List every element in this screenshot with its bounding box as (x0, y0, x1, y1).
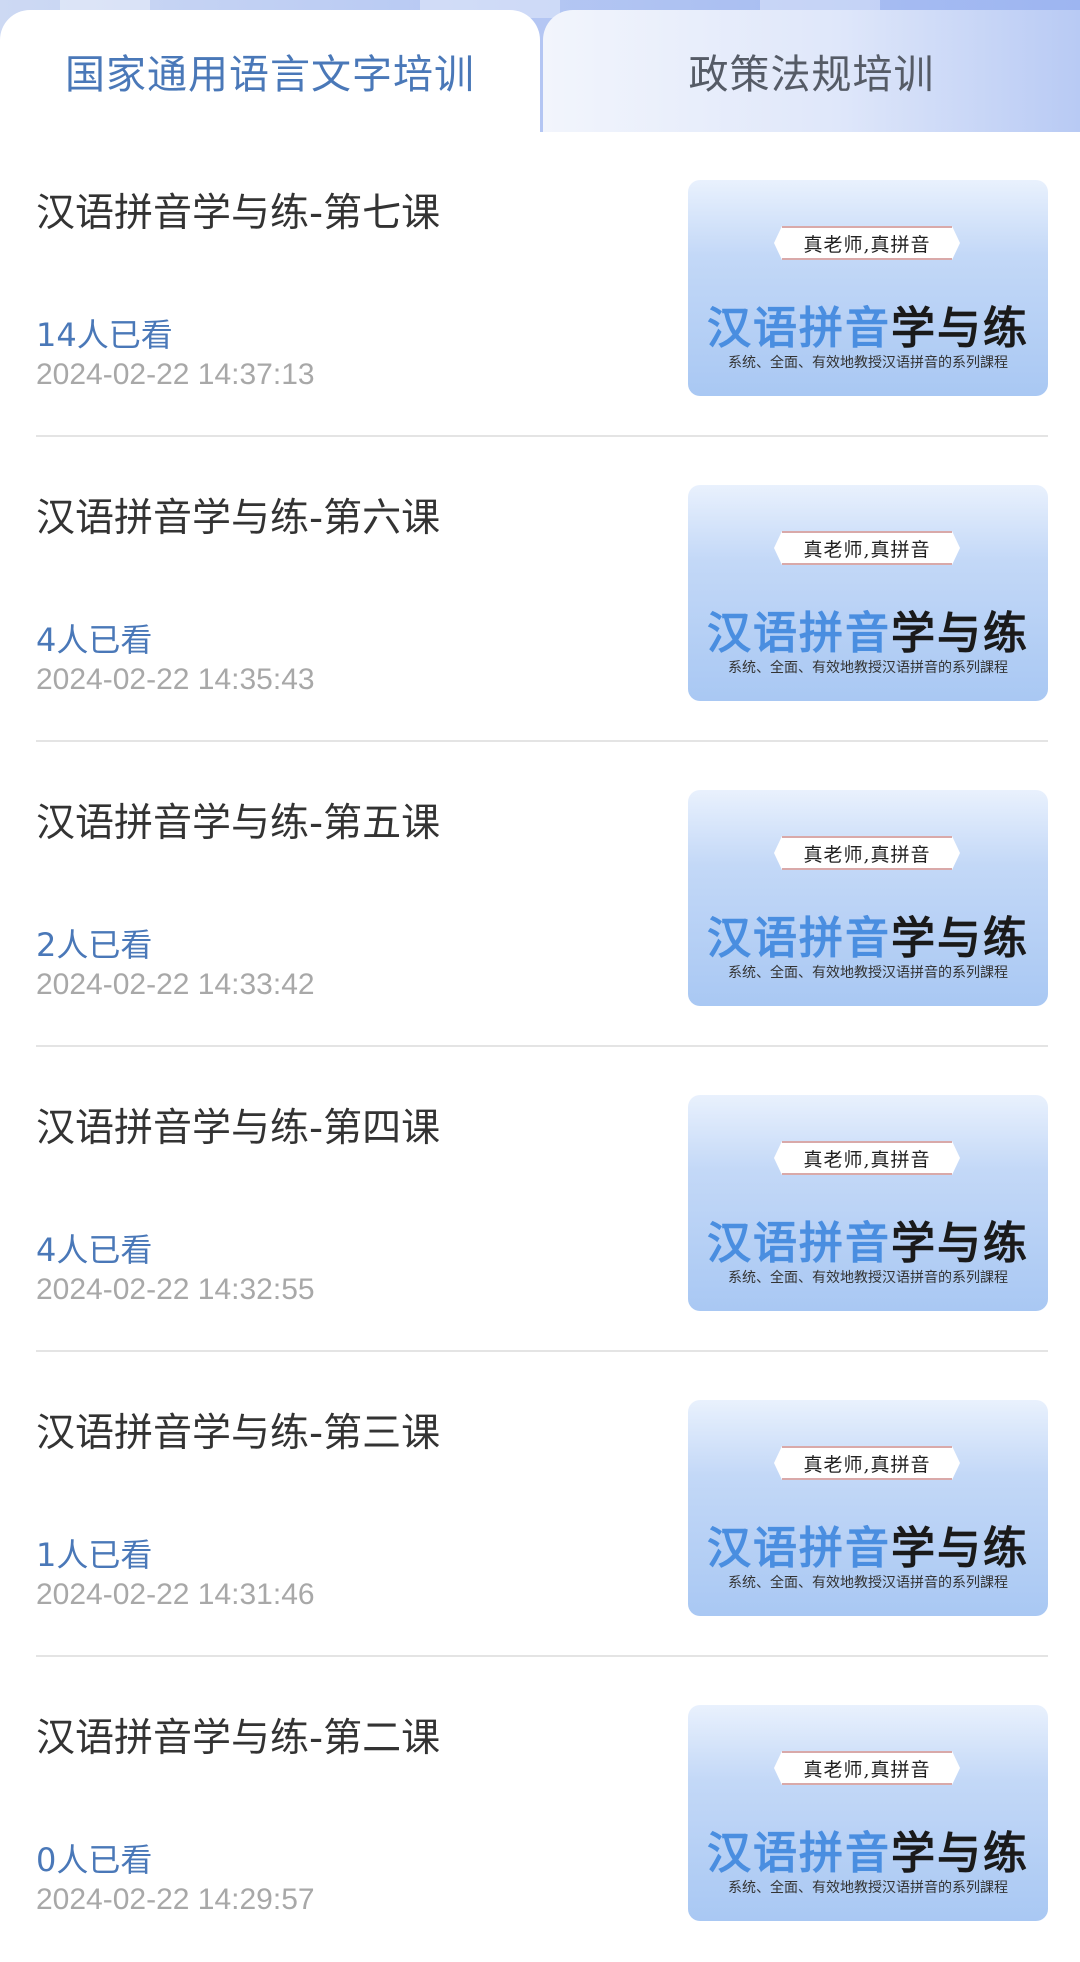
publish-date: 2024-02-22 14:31:46 (36, 1578, 315, 1611)
course-item[interactable]: 汉语拼音学与练-第七课 14人已看 2024-02-22 14:37:13 真老… (36, 132, 1048, 437)
thumbnail-ribbon: 真老师,真拼音 (774, 1751, 960, 1785)
course-thumbnail[interactable]: 真老师,真拼音 汉语拼音学与练 系统、全面、有效地教授汉语拼音的系列課程 (688, 1400, 1048, 1616)
thumbnail-subtitle: 系统、全面、有效地教授汉语拼音的系列課程 (728, 660, 1008, 676)
thumbnail-ribbon: 真老师,真拼音 (774, 531, 960, 565)
thumbnail-headline-dark: 学与练 (891, 1828, 1029, 1879)
thumbnail-ribbon: 真老师,真拼音 (774, 226, 960, 260)
thumbnail-headline: 汉语拼音学与练 (702, 1817, 1034, 1881)
thumbnail-ribbon: 真老师,真拼音 (774, 1141, 960, 1175)
course-thumbnail[interactable]: 真老师,真拼音 汉语拼音学与练 系统、全面、有效地教授汉语拼音的系列課程 (688, 180, 1048, 396)
view-count: 0人已看 (36, 1841, 153, 1879)
thumbnail-headline: 汉语拼音学与练 (702, 1512, 1034, 1576)
thumbnail-headline-blue: 汉语拼音 (707, 1523, 891, 1574)
thumbnail-headline-dark: 学与练 (891, 1218, 1029, 1269)
course-title: 汉语拼音学与练-第五课 (36, 801, 441, 846)
thumbnail-subtitle: 系统、全面、有效地教授汉语拼音的系列課程 (728, 355, 1008, 371)
course-thumbnail[interactable]: 真老师,真拼音 汉语拼音学与练 系统、全面、有效地教授汉语拼音的系列課程 (688, 1095, 1048, 1311)
course-item[interactable]: 汉语拼音学与练-第四课 4人已看 2024-02-22 14:32:55 真老师… (36, 1047, 1048, 1352)
thumbnail-headline-blue: 汉语拼音 (707, 1828, 891, 1879)
course-title: 汉语拼音学与练-第七课 (36, 191, 441, 236)
course-list: 汉语拼音学与练-第七课 14人已看 2024-02-22 14:37:13 真老… (0, 132, 1080, 1962)
thumbnail-headline: 汉语拼音学与练 (702, 902, 1034, 966)
thumbnail-ribbon: 真老师,真拼音 (774, 836, 960, 870)
view-count: 4人已看 (36, 1231, 153, 1269)
thumbnail-headline-blue: 汉语拼音 (707, 913, 891, 964)
thumbnail-headline-dark: 学与练 (891, 913, 1029, 964)
thumbnail-headline-blue: 汉语拼音 (707, 608, 891, 659)
course-title: 汉语拼音学与练-第三课 (36, 1411, 441, 1456)
publish-date: 2024-02-22 14:37:13 (36, 358, 315, 391)
publish-date: 2024-02-22 14:32:55 (36, 1273, 315, 1306)
tab-policy-training[interactable]: 政策法规培训 (543, 10, 1080, 132)
thumbnail-subtitle: 系统、全面、有效地教授汉语拼音的系列課程 (728, 1270, 1008, 1286)
publish-date: 2024-02-22 14:33:42 (36, 968, 315, 1001)
course-title: 汉语拼音学与练-第六课 (36, 496, 441, 541)
thumbnail-subtitle: 系统、全面、有效地教授汉语拼音的系列課程 (728, 1575, 1008, 1591)
thumbnail-ribbon: 真老师,真拼音 (774, 1446, 960, 1480)
course-item[interactable]: 汉语拼音学与练-第五课 2人已看 2024-02-22 14:33:42 真老师… (36, 742, 1048, 1047)
course-thumbnail[interactable]: 真老师,真拼音 汉语拼音学与练 系统、全面、有效地教授汉语拼音的系列課程 (688, 485, 1048, 701)
publish-date: 2024-02-22 14:29:57 (36, 1883, 315, 1916)
view-count: 4人已看 (36, 621, 153, 659)
tab-language-training[interactable]: 国家通用语言文字培训 (0, 10, 540, 132)
thumbnail-headline: 汉语拼音学与练 (702, 292, 1034, 356)
thumbnail-headline-dark: 学与练 (891, 1523, 1029, 1574)
course-thumbnail[interactable]: 真老师,真拼音 汉语拼音学与练 系统、全面、有效地教授汉语拼音的系列課程 (688, 1705, 1048, 1921)
thumbnail-headline-blue: 汉语拼音 (707, 1218, 891, 1269)
publish-date: 2024-02-22 14:35:43 (36, 663, 315, 696)
thumbnail-headline: 汉语拼音学与练 (702, 597, 1034, 661)
tab-bar: 国家通用语言文字培训 政策法规培训 (0, 0, 1080, 132)
thumbnail-subtitle: 系统、全面、有效地教授汉语拼音的系列課程 (728, 1880, 1008, 1896)
course-thumbnail[interactable]: 真老师,真拼音 汉语拼音学与练 系统、全面、有效地教授汉语拼音的系列課程 (688, 790, 1048, 1006)
course-title: 汉语拼音学与练-第二课 (36, 1716, 441, 1761)
course-item[interactable]: 汉语拼音学与练-第三课 1人已看 2024-02-22 14:31:46 真老师… (36, 1352, 1048, 1657)
course-item[interactable]: 汉语拼音学与练-第六课 4人已看 2024-02-22 14:35:43 真老师… (36, 437, 1048, 742)
view-count: 14人已看 (36, 316, 173, 354)
view-count: 1人已看 (36, 1536, 153, 1574)
course-item[interactable]: 汉语拼音学与练-第二课 0人已看 2024-02-22 14:29:57 真老师… (36, 1657, 1048, 1962)
view-count: 2人已看 (36, 926, 153, 964)
thumbnail-headline-dark: 学与练 (891, 303, 1029, 354)
thumbnail-headline-blue: 汉语拼音 (707, 303, 891, 354)
course-title: 汉语拼音学与练-第四课 (36, 1106, 441, 1151)
thumbnail-subtitle: 系统、全面、有效地教授汉语拼音的系列課程 (728, 965, 1008, 981)
thumbnail-headline: 汉语拼音学与练 (702, 1207, 1034, 1271)
thumbnail-headline-dark: 学与练 (891, 608, 1029, 659)
